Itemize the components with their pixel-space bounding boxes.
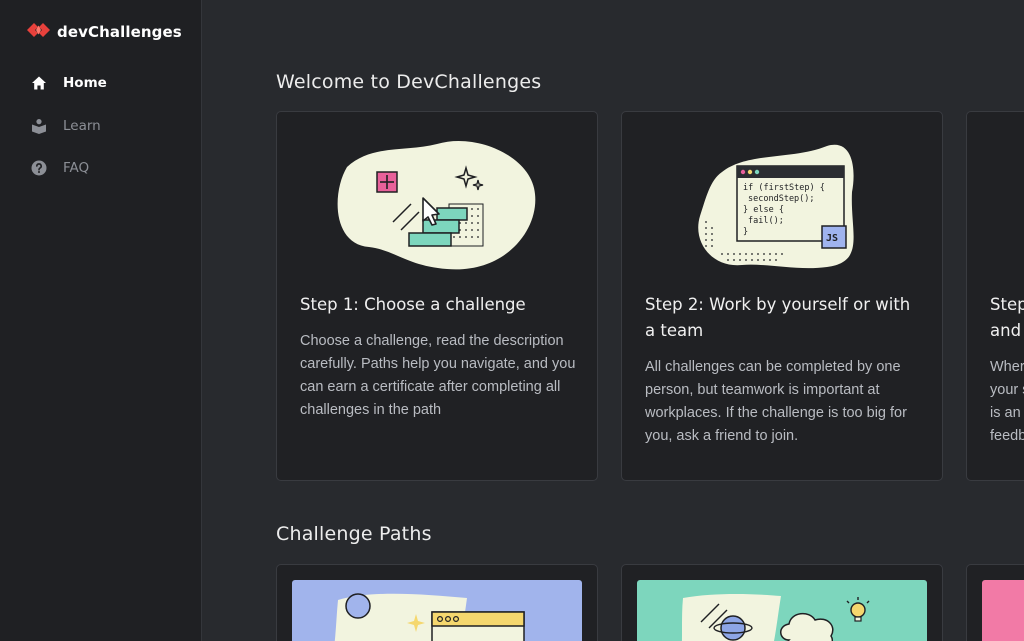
step-title-fragment: and [990, 321, 1022, 340]
choose-challenge-illustration [337, 140, 536, 270]
sidebar-item-label: Learn [63, 117, 101, 134]
step-description: Wher your s is an e feedb [990, 356, 1024, 448]
brand-name: devChallenges [57, 23, 182, 41]
home-icon [31, 75, 47, 91]
path-card[interactable] [276, 564, 598, 641]
learn-icon [31, 118, 47, 134]
main-content: Welcome to DevChallenges Step 1: Choose … [203, 0, 1024, 641]
sidebar-nav: Home Learn FAQ [31, 73, 107, 201]
step-title-fragment: Step [990, 295, 1024, 314]
step-title: Step 2: Work by yourself or with a team [645, 295, 911, 340]
code-line: secondStep(); [748, 194, 815, 204]
path-banner [982, 580, 1024, 641]
step-card-3: Step and Wher your s is an e feedb [966, 111, 1024, 481]
devchallenges-logo-icon [26, 21, 51, 43]
step-description-fragment: Wher [990, 359, 1024, 375]
brand[interactable]: devChallenges [26, 21, 182, 43]
path-card[interactable] [621, 564, 943, 641]
cloud-planet-illustration [681, 594, 870, 641]
sidebar-item-label: Home [63, 75, 107, 91]
code-team-illustration: if (firstStep) { secondStep(); } else { … [698, 144, 854, 269]
step-description-fragment: your s [990, 382, 1024, 398]
sidebar-item-label: FAQ [63, 160, 90, 176]
sidebar: devChallenges Home Learn FAQ [0, 0, 202, 641]
step-description: All challenges can be completed by one p… [645, 359, 907, 444]
help-circle-icon [31, 160, 47, 176]
code-line: } [743, 227, 748, 237]
step-description: Choose a challenge, read the description… [300, 333, 576, 418]
code-line: fail(); [748, 216, 784, 226]
path-banner [637, 580, 927, 641]
step-description-fragment: is an e [990, 405, 1024, 421]
step-title: Step and [990, 292, 1024, 344]
js-badge: JS [826, 233, 838, 244]
path-card[interactable] [966, 564, 1024, 641]
step-card-1: Step 1: Choose a challenge Choose a chal… [276, 111, 598, 481]
sidebar-item-learn[interactable]: Learn [31, 116, 107, 136]
web-browser-illustration [334, 593, 525, 641]
challenge-paths-title: Challenge Paths [276, 523, 432, 545]
step-description-fragment: feedb [990, 428, 1024, 444]
sidebar-item-faq[interactable]: FAQ [31, 158, 107, 178]
step-card-2: if (firstStep) { secondStep(); } else { … [621, 111, 943, 481]
code-line: if (firstStep) { [743, 183, 825, 193]
sidebar-item-home[interactable]: Home [31, 73, 107, 93]
code-line: } else { [743, 205, 784, 215]
welcome-title: Welcome to DevChallenges [276, 71, 542, 93]
step-title: Step 1: Choose a challenge [300, 295, 526, 314]
path-banner [292, 580, 582, 641]
